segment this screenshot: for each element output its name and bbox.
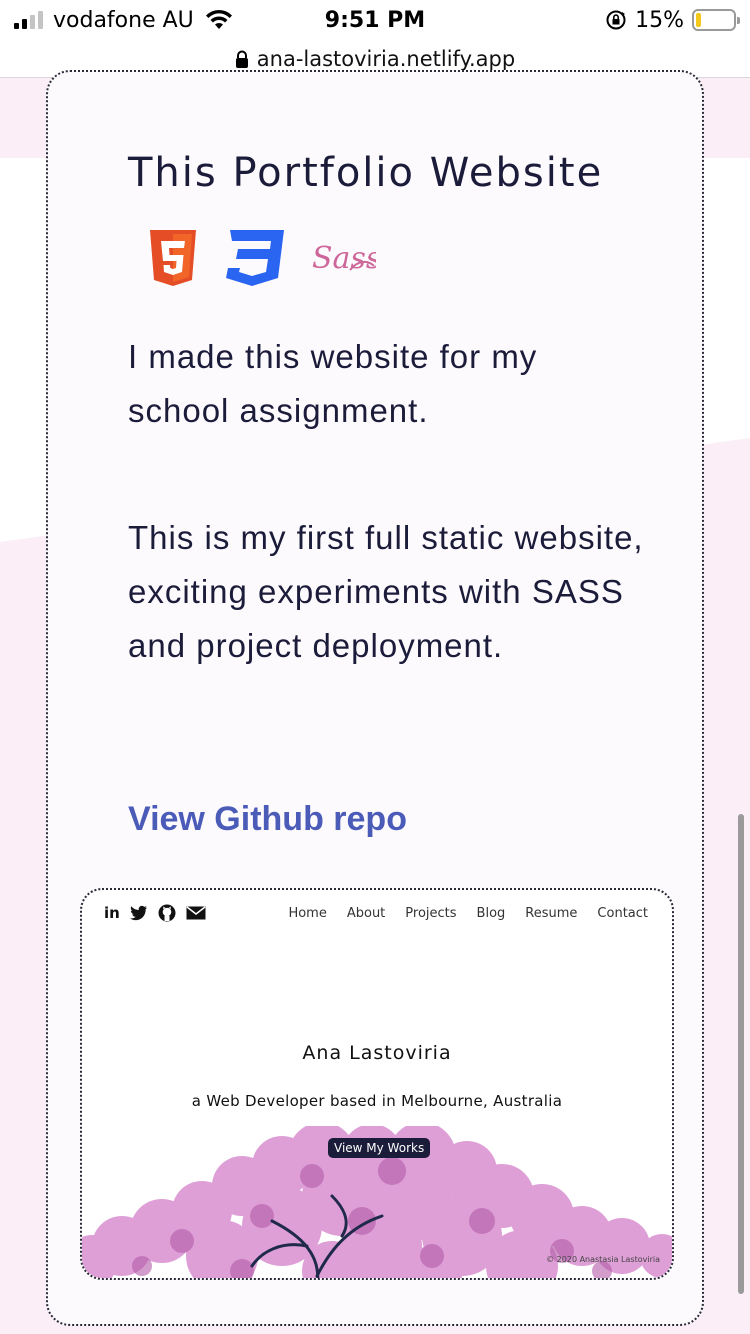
preview-nav: Home About Projects Blog Resume Contact bbox=[288, 906, 648, 921]
preview-name: Ana Lastoviria bbox=[302, 1042, 452, 1064]
svg-text:Sass: Sass bbox=[312, 241, 376, 276]
preview-tagline: a Web Developer based in Melbourne, Aust… bbox=[191, 1092, 563, 1110]
preview-nav-home: Home bbox=[288, 906, 327, 921]
preview-nav-resume: Resume bbox=[525, 906, 578, 921]
preview-copyright: © 2020 Anastasia Lastoviria bbox=[546, 1255, 660, 1264]
signal-icon bbox=[14, 11, 43, 29]
preview-nav-projects: Projects bbox=[405, 906, 457, 921]
preview-social-icons: in bbox=[104, 904, 206, 922]
description-paragraph-2: This is my first full static website, ex… bbox=[128, 519, 644, 664]
orientation-lock-icon bbox=[606, 10, 626, 30]
wifi-icon bbox=[205, 9, 232, 29]
github-icon bbox=[158, 904, 176, 922]
mail-icon bbox=[186, 906, 206, 920]
preview-view-works-button: View My Works bbox=[328, 1138, 431, 1158]
github-repo-link[interactable]: View Github repo bbox=[128, 800, 407, 839]
sass-icon: Sass bbox=[312, 241, 376, 276]
scrollbar[interactable] bbox=[738, 814, 744, 1294]
preview-nav-contact: Contact bbox=[597, 906, 648, 921]
url-text[interactable]: ana-lastoviria.netlify.app bbox=[257, 47, 515, 71]
twitter-icon bbox=[129, 905, 147, 921]
preview-nav-about: About bbox=[346, 906, 386, 921]
tech-stack: Sass bbox=[148, 228, 376, 288]
carrier-label: vodafone AU bbox=[53, 7, 194, 33]
css3-icon bbox=[226, 230, 284, 286]
description-paragraph-1: I made this website for my school assign… bbox=[128, 338, 538, 429]
project-card: This Portfolio Website Sass I made this … bbox=[46, 70, 704, 1326]
linkedin-icon: in bbox=[104, 904, 120, 922]
padlock-icon bbox=[235, 50, 248, 68]
status-bar: vodafone AU 9:51 PM 15% bbox=[0, 0, 750, 40]
project-title: This Portfolio Website bbox=[128, 150, 604, 196]
battery-percent: 15% bbox=[635, 7, 684, 33]
html5-icon bbox=[150, 230, 196, 286]
website-preview[interactable]: in Home About Projects Blog Resume Conta… bbox=[80, 888, 674, 1280]
preview-nav-blog: Blog bbox=[476, 906, 506, 921]
battery-icon bbox=[692, 9, 740, 31]
battery-level bbox=[696, 13, 702, 27]
